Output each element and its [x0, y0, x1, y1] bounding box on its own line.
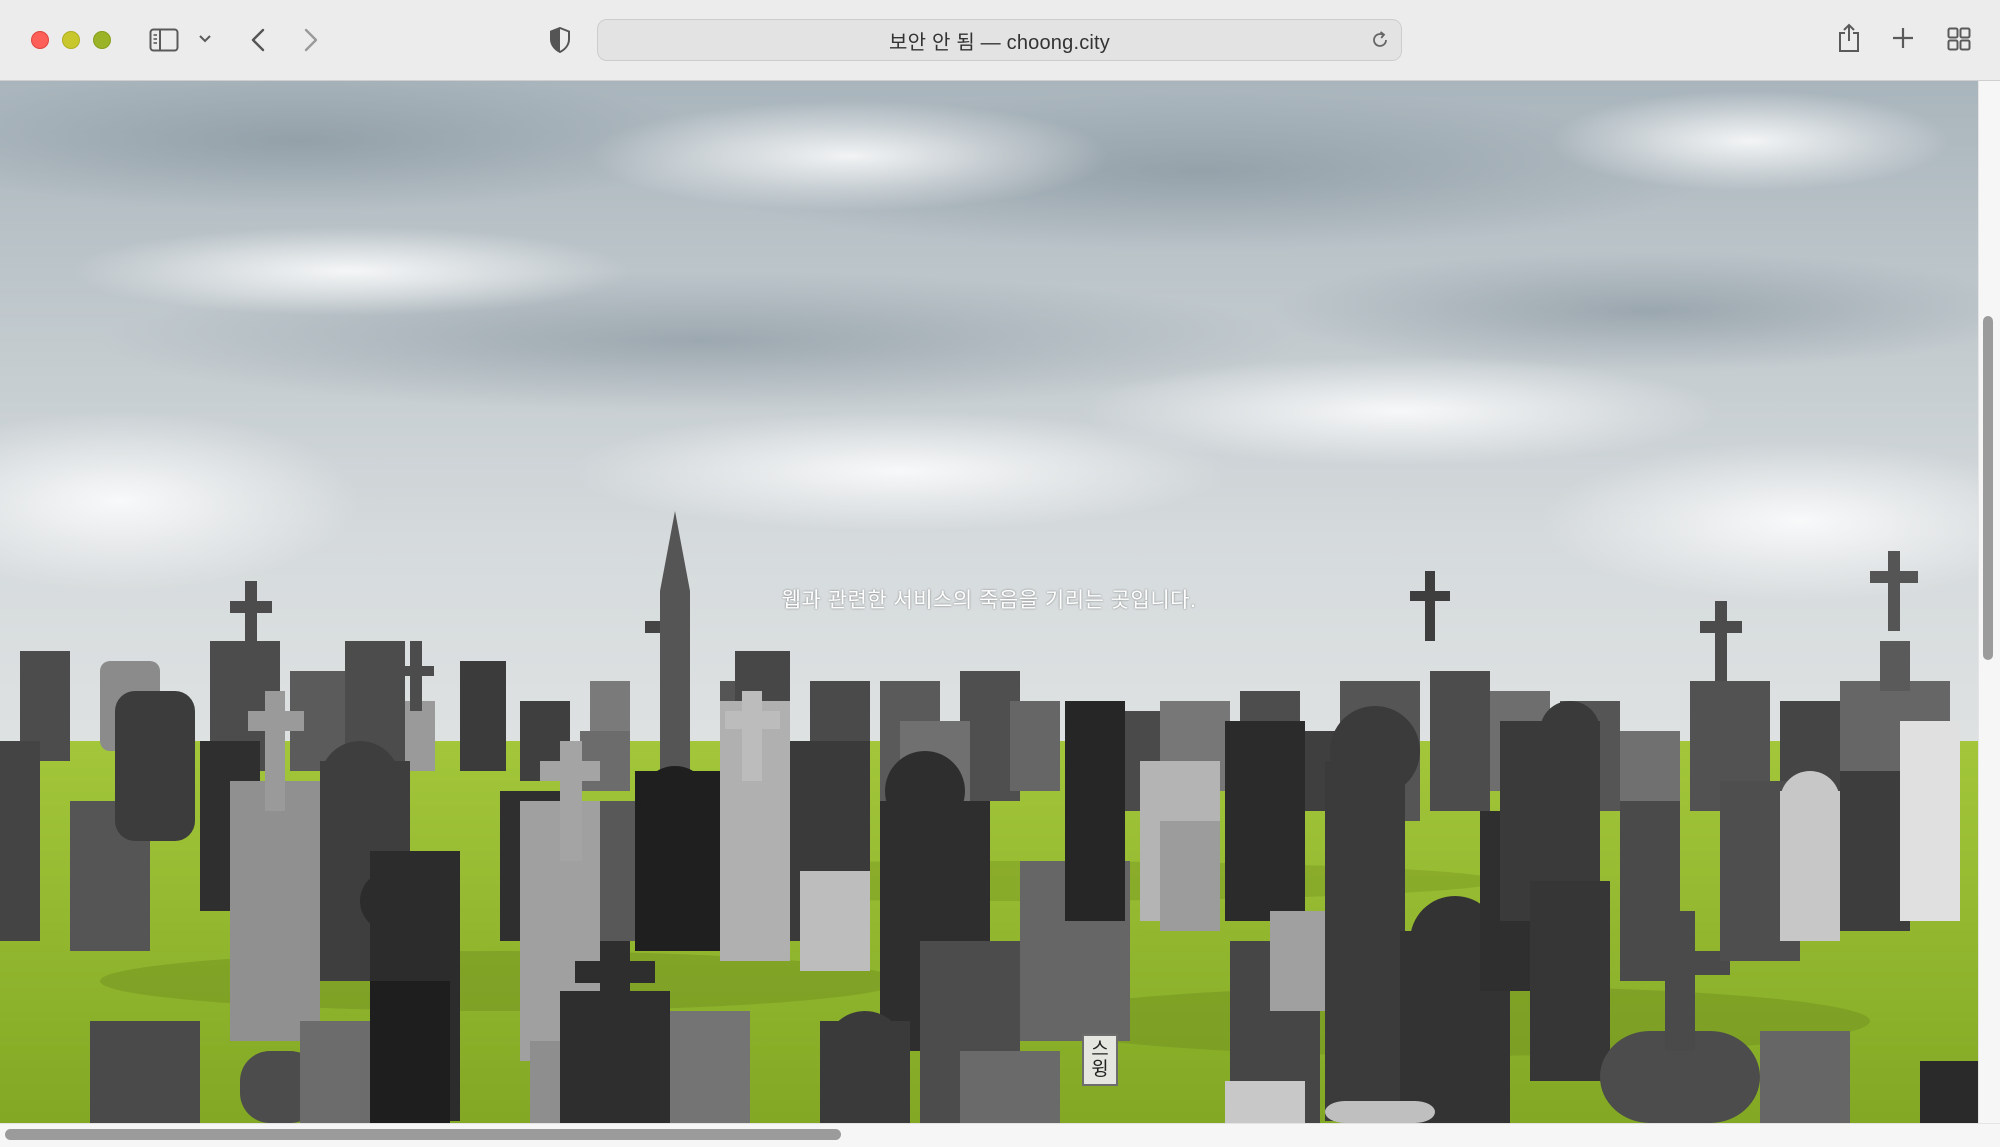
sidebar-icon[interactable] — [148, 25, 180, 55]
maximize-window-button[interactable] — [93, 31, 111, 49]
page-viewport: 웹과 관련한 서비스의 죽음을 기리는 곳입니다. 스 윙 — [0, 81, 1978, 1123]
browser-toolbar: 보안 안 됨 — choong.city — [0, 0, 2000, 81]
chevron-down-icon[interactable] — [196, 30, 214, 48]
vertical-scrollbar-thumb[interactable] — [1983, 316, 1993, 660]
grid-icon[interactable] — [1945, 25, 1973, 53]
swing-button-char-2: 윙 — [1091, 1059, 1109, 1080]
chevron-right-icon[interactable] — [298, 25, 324, 55]
plus-icon[interactable] — [1890, 25, 1916, 51]
reload-icon[interactable] — [1369, 29, 1391, 51]
address-bar[interactable]: 보안 안 됨 — choong.city — [597, 19, 1402, 61]
close-window-button[interactable] — [31, 31, 49, 49]
chevron-left-icon[interactable] — [245, 25, 271, 55]
swing-button-char-1: 스 — [1091, 1039, 1109, 1060]
address-bar-text: 보안 안 됨 — choong.city — [889, 31, 1110, 54]
shield-icon[interactable] — [546, 26, 574, 54]
browser-window: 보안 안 됨 — choong.city 웹과 관련한 서비스의 죽음을 기리는… — [0, 0, 2000, 1147]
share-icon[interactable] — [1834, 21, 1864, 55]
horizontal-scrollbar-thumb[interactable] — [5, 1129, 841, 1140]
swing-button[interactable]: 스 윙 — [1082, 1034, 1118, 1086]
minimize-window-button[interactable] — [62, 31, 80, 49]
page-tagline: 웹과 관련한 서비스의 죽음을 기리는 곳입니다. — [781, 589, 1197, 612]
